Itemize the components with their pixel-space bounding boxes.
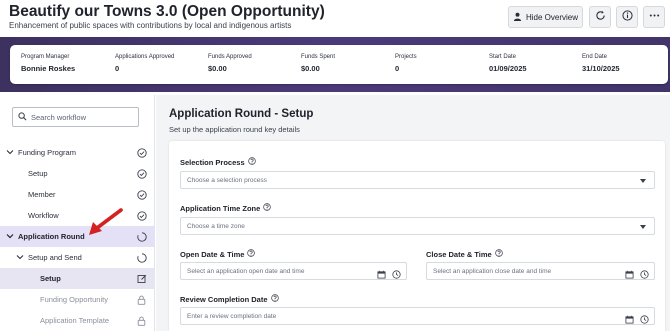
more-button[interactable] [643,6,665,28]
stat-applications-approved: Applications Approved 0 [115,54,175,73]
info-icon [621,8,633,26]
stat-program-manager: Program Manager Bonnie Roskes [21,54,76,73]
review-date-input[interactable]: Enter a review completion date [180,307,655,325]
calendar-icon[interactable] [625,266,634,284]
caret-down-icon [640,179,646,183]
main-content: Application Round - Setup Set up the app… [156,95,670,331]
sidebar-item-member[interactable]: Member [0,184,155,205]
time-zone-label: Application Time Zone [180,203,272,213]
selection-process-label: Selection Process [180,157,256,167]
progress-circle-icon [136,252,147,263]
progress-circle-icon [136,231,147,242]
check-circle-icon [136,189,147,200]
overview-stats-card: Program Manager Bonnie Roskes Applicatio… [10,45,668,84]
stat-start-date: Start Date 01/09/2025 [489,54,527,73]
lock-icon [136,315,147,326]
lock-icon [136,294,147,305]
help-icon[interactable] [270,294,279,304]
clock-icon[interactable] [640,311,649,329]
edit-icon [136,273,147,284]
search-workflow-input[interactable]: Search workflow [12,107,139,127]
open-date-input[interactable]: Select an application open date and time [180,262,407,280]
help-icon[interactable] [494,249,503,259]
help-icon[interactable] [247,249,256,259]
selection-process-select[interactable]: Choose a selection process [180,171,655,189]
stat-funds-spent: Funds Spent $0.00 [301,54,336,73]
sidebar-item-funding-opportunity[interactable]: Funding Opportunity [0,289,155,310]
close-date-input[interactable]: Select an application close date and tim… [426,262,655,280]
search-icon [18,108,27,126]
refresh-button[interactable] [589,6,611,28]
open-date-label: Open Date & Time [180,249,256,259]
sidebar-item-setup[interactable]: Setup [0,163,155,184]
sidebar-item-application-round[interactable]: Application Round [0,226,155,247]
close-date-label: Close Date & Time [426,249,503,259]
hide-overview-label: Hide Overview [525,12,578,22]
more-icon [649,8,660,26]
review-date-label: Review Completion Date [180,294,279,304]
page-subtitle: Enhancement of public spaces with contri… [9,21,292,30]
section-title: Application Round - Setup [169,108,314,120]
clock-icon[interactable] [640,266,649,284]
sidebar-item-workflow[interactable]: Workflow [0,205,155,226]
caret-down-icon [640,225,646,229]
check-circle-icon [136,147,147,158]
sidebar-item-setup-current[interactable]: Setup [0,268,155,289]
sidebar-item-funding-program[interactable]: Funding Program [0,142,155,163]
stat-end-date: End Date 31/10/2025 [582,54,620,73]
sidebar-item-setup-and-send[interactable]: Setup and Send [0,247,155,268]
hide-overview-button[interactable]: Hide Overview [508,6,583,28]
chevron-down-icon [6,232,14,240]
chevron-down-icon [6,148,14,156]
section-subtitle: Set up the application round key details [169,125,300,134]
setup-form: Selection Process Choose a selection pro… [169,141,665,331]
refresh-icon [595,8,606,26]
help-icon[interactable] [247,157,256,167]
sidebar-item-application-template[interactable]: Application Template [0,310,155,331]
workflow-sidebar: Search workflow Funding Program Setup Me… [0,95,155,331]
person-icon [513,12,522,23]
search-placeholder: Search workflow [31,112,87,122]
page-header: Beautify our Towns 3.0 (Open Opportunity… [0,0,670,40]
help-icon[interactable] [263,203,272,213]
time-zone-select[interactable]: Choose a time zone [180,217,655,235]
info-button[interactable] [616,6,638,28]
page-title: Beautify our Towns 3.0 (Open Opportunity… [9,3,325,20]
clock-icon[interactable] [392,266,401,284]
calendar-icon[interactable] [377,266,386,284]
chevron-down-icon [16,253,24,261]
check-circle-icon [136,168,147,179]
stat-funds-approved: Funds Approved $0.00 [208,54,252,73]
stat-projects: Projects 0 [395,54,417,73]
calendar-icon[interactable] [625,311,634,329]
check-circle-icon [136,210,147,221]
